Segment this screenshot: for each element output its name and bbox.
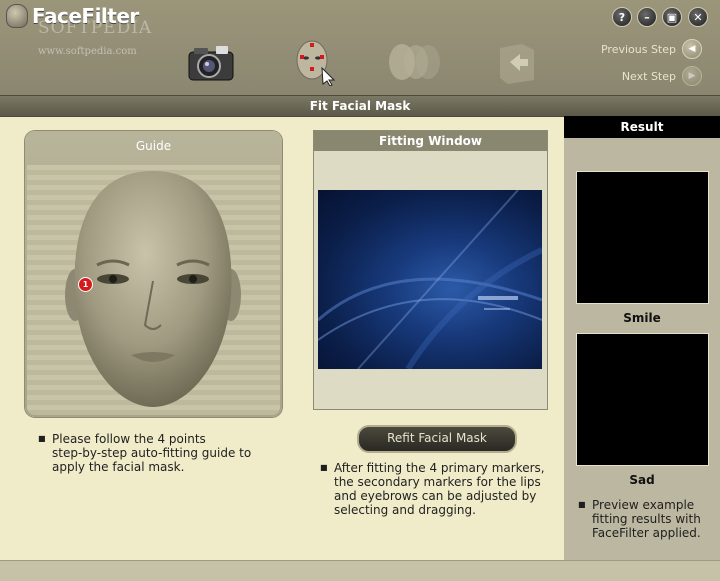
- save-step-icon[interactable]: [492, 40, 542, 86]
- result-smile-label: Smile: [623, 311, 661, 325]
- guide-instruction-text: Please follow the 4 points step-by-step …: [52, 432, 252, 474]
- result-sad-preview: [576, 333, 709, 466]
- close-icon: ✕: [693, 10, 703, 24]
- chevron-right-icon: ▶: [682, 66, 702, 86]
- restore-button[interactable]: ▣: [662, 7, 682, 27]
- minimize-button[interactable]: –: [637, 7, 657, 27]
- fitting-window-title: Fitting Window: [314, 131, 547, 151]
- guide-panel: Guide: [25, 131, 282, 417]
- face-mask-step-icon[interactable]: [288, 40, 338, 87]
- expressions-step-icon[interactable]: [382, 40, 446, 86]
- result-smile-preview: [576, 171, 709, 304]
- watermark: SOFTPEDIA: [38, 18, 153, 38]
- chevron-left-icon: ◀: [682, 39, 702, 59]
- fitting-instruction-text: After fitting the 4 primary markers, the…: [334, 461, 545, 517]
- guide-instruction: Please follow the 4 points step-by-step …: [38, 432, 288, 474]
- help-button[interactable]: ?: [612, 7, 632, 27]
- fitting-instruction: After fitting the 4 primary markers, the…: [320, 461, 560, 517]
- watermark-url: www.softpedia.com: [38, 46, 137, 57]
- result-note-text: Preview example fitting results with Fac…: [592, 498, 701, 540]
- previous-step-label: Previous Step: [600, 42, 676, 56]
- close-button[interactable]: ✕: [688, 7, 708, 27]
- previous-step-button[interactable]: Previous Step ◀: [601, 39, 702, 59]
- refit-facial-mask-button[interactable]: Refit Facial Mask: [357, 425, 517, 453]
- result-header: Result: [564, 116, 720, 138]
- guide-face-image: [65, 171, 241, 407]
- fitting-image-canvas[interactable]: [318, 190, 542, 369]
- minimize-icon: –: [644, 10, 650, 24]
- page-title: Fit Facial Mask: [0, 95, 720, 117]
- guide-title: Guide: [135, 139, 172, 153]
- fitting-window: Fitting Window: [313, 130, 548, 410]
- fitting-image-art: [318, 190, 542, 369]
- help-icon: ?: [618, 10, 626, 24]
- next-step-button[interactable]: Next Step ▶: [622, 66, 702, 86]
- result-sad-label: Sad: [629, 473, 655, 487]
- camera-step-icon[interactable]: [186, 40, 236, 86]
- guide-face-area: [27, 165, 280, 415]
- logo-head-icon: [6, 4, 28, 28]
- result-note: Preview example fitting results with Fac…: [578, 498, 718, 540]
- guide-marker-1[interactable]: 1: [78, 277, 93, 292]
- status-bar: [0, 560, 720, 581]
- restore-icon: ▣: [666, 10, 678, 24]
- next-step-label: Next Step: [621, 69, 676, 83]
